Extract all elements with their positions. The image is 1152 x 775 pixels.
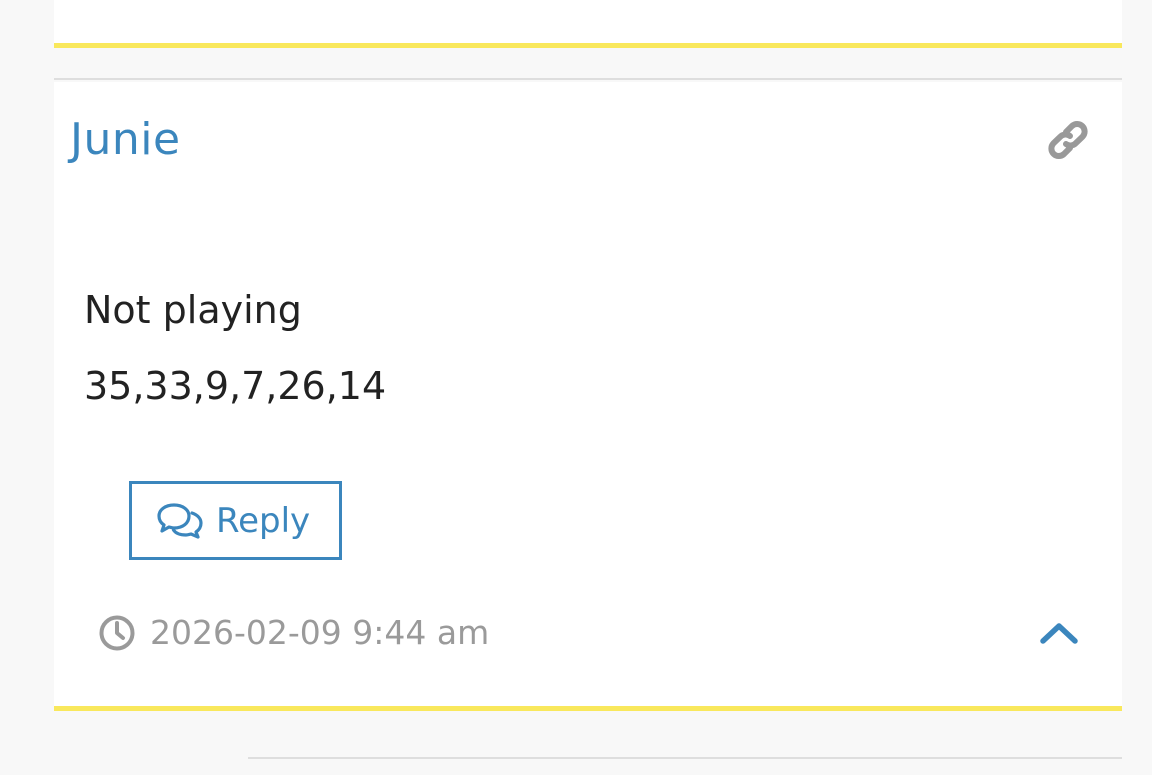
thread-divider	[54, 78, 1122, 80]
previous-comment	[54, 0, 1122, 44]
reply-button[interactable]: Reply	[129, 481, 342, 560]
previous-comment-divider	[54, 43, 1122, 48]
chevron-up-icon[interactable]	[1038, 618, 1080, 648]
comment-card: Junie Not playing 35,33,9,7,26,14 Reply …	[54, 82, 1122, 706]
comment-author[interactable]: Junie	[70, 110, 181, 170]
speech-bubbles-icon	[157, 502, 203, 539]
comment-text-line-2: 35,33,9,7,26,14	[84, 364, 387, 408]
comment-text-line-1: Not playing	[84, 288, 302, 332]
link-icon[interactable]	[1046, 118, 1090, 162]
reply-label: Reply	[216, 500, 311, 541]
comment-timestamp: 2026-02-09 9:44 am	[150, 613, 490, 652]
next-comment	[128, 712, 1122, 775]
next-comment-divider	[248, 757, 1122, 759]
clock-icon	[99, 615, 135, 651]
page: Junie Not playing 35,33,9,7,26,14 Reply …	[0, 0, 1152, 775]
comment-bottom-divider	[54, 706, 1122, 711]
